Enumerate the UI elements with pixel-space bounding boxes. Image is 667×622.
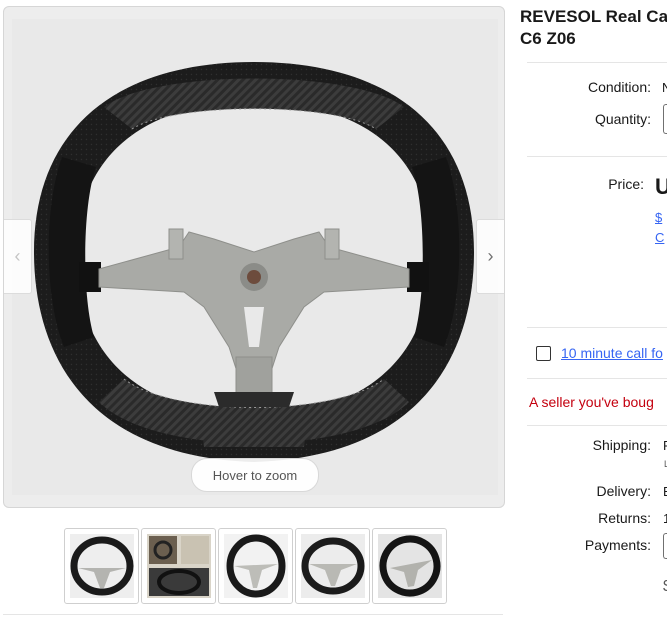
shipping-label: Shipping: xyxy=(592,437,651,453)
shipping-value: F xyxy=(663,438,667,453)
thumbnail-1[interactable] xyxy=(64,528,139,604)
condition-value: N xyxy=(662,80,667,95)
price-label: Price: xyxy=(608,176,644,192)
delivery-value: E xyxy=(663,484,667,499)
price-link-2[interactable]: C xyxy=(655,230,664,245)
chevron-left-icon: ‹ xyxy=(14,246,21,266)
thumbnail-2[interactable] xyxy=(141,528,216,604)
condition-label: Condition: xyxy=(587,79,651,95)
price-value: U xyxy=(655,174,667,199)
thumbnail-5[interactable] xyxy=(372,528,447,604)
divider xyxy=(527,378,667,379)
hover-to-zoom-hint: Hover to zoom xyxy=(191,458,319,492)
thumbnail-wheel-image xyxy=(223,534,288,598)
main-product-image[interactable]: ‹ › Hover to zoom xyxy=(3,6,505,508)
quantity-label: Quantity: xyxy=(594,111,651,127)
title-line-1: REVESOL Real Ca xyxy=(520,7,667,26)
divider xyxy=(527,62,667,63)
thumbnail-wheel-image xyxy=(69,534,134,598)
payments-label: Payments: xyxy=(584,537,651,553)
previous-image-arrow[interactable]: ‹ xyxy=(4,219,32,294)
thumbnail-wheel-image xyxy=(377,534,442,598)
call-link[interactable]: 10 minute call fo xyxy=(561,345,663,361)
next-image-arrow[interactable]: › xyxy=(476,219,504,294)
divider xyxy=(527,425,667,426)
divider xyxy=(3,614,503,615)
divider xyxy=(527,327,667,328)
chevron-right-icon: › xyxy=(487,246,494,266)
payment-method-logo xyxy=(663,533,667,559)
delivery-label: Delivery: xyxy=(596,483,651,499)
thumbnail-3[interactable] xyxy=(218,528,293,604)
divider xyxy=(527,156,667,157)
returns-label: Returns: xyxy=(598,510,651,526)
returns-value: 1 xyxy=(663,511,667,526)
seller-alert-message: A seller you've boug xyxy=(529,394,654,410)
thumbnail-strip xyxy=(64,528,449,604)
listing-title: REVESOL Real Ca C6 Z06 xyxy=(520,6,667,50)
thumbnail-collage-image xyxy=(146,534,211,598)
call-checkbox[interactable] xyxy=(536,346,551,361)
quantity-input[interactable] xyxy=(663,104,667,134)
title-line-2: C6 Z06 xyxy=(520,29,576,48)
thumbnail-4[interactable] xyxy=(295,528,370,604)
price-link-1[interactable]: $ xyxy=(655,210,662,225)
payments-value: $ xyxy=(663,578,667,596)
steering-wheel-photo xyxy=(34,62,474,462)
thumbnail-wheel-image xyxy=(300,534,365,598)
